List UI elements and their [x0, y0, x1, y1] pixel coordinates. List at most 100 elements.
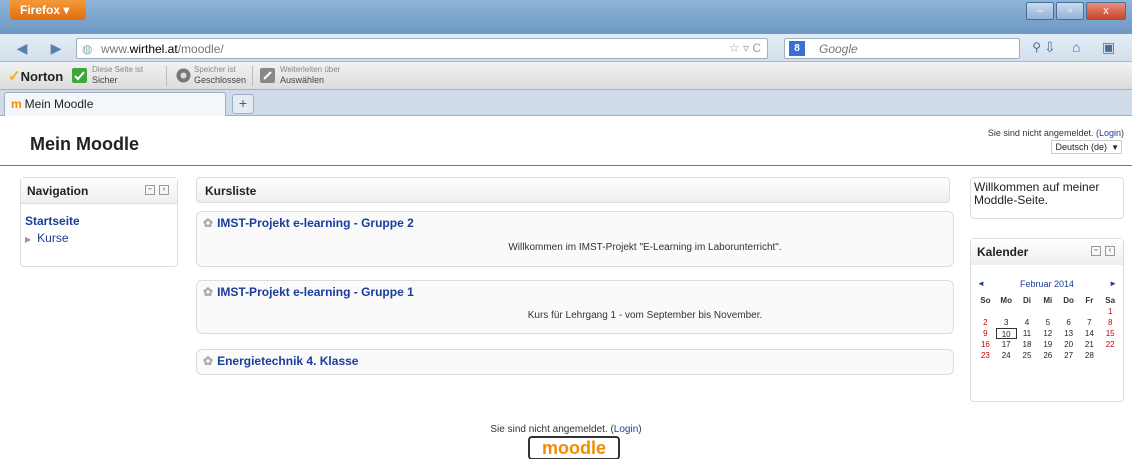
calendar-day[interactable]: 14: [1079, 328, 1100, 339]
calendar-day[interactable]: 22: [1100, 339, 1121, 350]
menu-icon[interactable]: ▣: [1102, 39, 1115, 56]
norton-vault-status[interactable]: Speicher ist Geschlossen: [194, 65, 246, 85]
calendar-day: [1100, 350, 1121, 361]
norton-check-icon: ✓: [8, 68, 21, 85]
calendar-week-row: 9 10 11 12 13 14 15: [975, 328, 1121, 339]
collapse-icon[interactable]: –: [145, 185, 155, 195]
footer-login-link[interactable]: Login: [614, 424, 638, 435]
calendar-day[interactable]: 6: [1058, 317, 1079, 328]
tab-strip: m Mein Moodle +: [0, 90, 1132, 116]
window-titlebar: Firefox ▾ – ▫ x: [0, 0, 1132, 34]
calendar-month-nav: ◄ Februar 2014 ►: [971, 279, 1123, 289]
calendar-week-row: 1: [975, 306, 1121, 317]
close-button[interactable]: x: [1086, 2, 1126, 20]
course-card: ✿ Energietechnik 4. Klasse: [196, 349, 954, 375]
calendar-week-row: 23 24 25 26 27 28: [975, 350, 1121, 361]
forward-icon[interactable]: ▶: [46, 40, 66, 58]
calendar-day[interactable]: 7: [1079, 317, 1100, 328]
collapse-icon[interactable]: –: [1091, 246, 1101, 256]
course-icon: ✿: [203, 285, 214, 299]
next-month-icon[interactable]: ►: [1109, 279, 1117, 288]
calendar-day[interactable]: 27: [1058, 350, 1079, 361]
back-icon[interactable]: ◀: [12, 40, 32, 58]
calendar-day[interactable]: 3: [996, 317, 1017, 328]
calendar-day[interactable]: 18: [1017, 339, 1038, 350]
calendar-day: [1079, 306, 1100, 317]
firefox-menu-button[interactable]: Firefox ▾: [10, 0, 86, 20]
calendar-day[interactable]: 11: [1017, 328, 1038, 339]
dock-icon[interactable]: ‹: [1105, 246, 1115, 256]
calendar-day[interactable]: 24: [996, 350, 1017, 361]
calendar-day[interactable]: 16: [975, 339, 996, 350]
norton-logo[interactable]: ✓Norton: [8, 67, 63, 85]
login-link[interactable]: Login: [1099, 128, 1121, 138]
calendar-day[interactable]: 8: [1100, 317, 1121, 328]
calendar-day[interactable]: 12: [1037, 328, 1058, 339]
address-bar[interactable]: ◍ www.wirthel.at/moodle/ ☆ ▿ C: [76, 38, 768, 59]
calendar-day[interactable]: 25: [1017, 350, 1038, 361]
calendar-day[interactable]: 2: [975, 317, 996, 328]
course-title-link[interactable]: ✿ IMST-Projekt e-learning - Gruppe 1: [203, 285, 414, 299]
calendar-day[interactable]: 9: [975, 328, 996, 339]
home-icon[interactable]: ⌂: [1072, 39, 1080, 55]
login-info: Sie sind nicht angemeldet. (Login): [987, 128, 1124, 138]
calendar-day[interactable]: 19: [1037, 339, 1058, 350]
calendar-day[interactable]: 28: [1079, 350, 1100, 361]
search-engine-icon[interactable]: 8: [789, 41, 805, 56]
search-bar[interactable]: 8 Google ⚲: [784, 38, 1041, 59]
norton-redirect-status[interactable]: Weiterleiten über Auswählen: [280, 65, 340, 85]
calendar-day[interactable]: 4: [1017, 317, 1038, 328]
toolbar-divider: [252, 66, 253, 86]
nav-courses-item[interactable]: ▶ Kurse: [25, 231, 69, 245]
language-select[interactable]: Deutsch (de) ▼: [1051, 140, 1122, 154]
calendar-month-link[interactable]: Februar 2014: [1020, 279, 1074, 289]
dock-icon[interactable]: ‹: [159, 185, 169, 195]
course-title-link[interactable]: ✿ IMST-Projekt e-learning - Gruppe 2: [203, 216, 414, 230]
forward-link-icon: [260, 68, 275, 83]
calendar-day[interactable]: 26: [1037, 350, 1058, 361]
calendar-day[interactable]: 21: [1079, 339, 1100, 350]
maximize-button[interactable]: ▫: [1056, 2, 1084, 20]
course-description: Kurs für Lehrgang 1 - vom September bis …: [527, 310, 763, 321]
calendar-weekday-row: So Mo Di Mi Do Fr Sa: [975, 295, 1121, 306]
globe-icon: ◍: [82, 42, 93, 56]
calendar-day[interactable]: 20: [1058, 339, 1079, 350]
calendar-day: [996, 306, 1017, 317]
search-icon[interactable]: ⚲: [1032, 40, 1041, 54]
url-path: /moodle/: [177, 42, 224, 56]
calendar-day[interactable]: 13: [1058, 328, 1079, 339]
calendar-weekday: Sa: [1105, 296, 1116, 305]
tab-mein-moodle[interactable]: m Mein Moodle: [4, 92, 226, 116]
calendar-day[interactable]: 5: [1037, 317, 1058, 328]
page-title: Mein Moodle: [30, 134, 139, 154]
calendar-day[interactable]: 17: [996, 339, 1017, 350]
course-icon: ✿: [203, 354, 214, 368]
calendar-weekday: Di: [1022, 296, 1031, 305]
course-card: ✿ IMST-Projekt e-learning - Gruppe 2 Will…: [196, 211, 954, 267]
toolbar-divider: [166, 66, 167, 86]
calendar-day[interactable]: 15: [1100, 328, 1121, 339]
norton-site-status[interactable]: Diese Seite ist Sicher: [92, 65, 143, 85]
nav-home-link[interactable]: Startseite: [25, 214, 80, 228]
download-icon[interactable]: ⇩: [1044, 39, 1056, 56]
calendar-block-header: Kalender – ‹: [971, 239, 1123, 265]
calendar-weekday: Fr: [1085, 296, 1094, 305]
calendar-day: [1017, 306, 1038, 317]
safe-check-icon: [72, 68, 87, 83]
calendar-day[interactable]: 1: [1100, 306, 1121, 317]
calendar-day-today[interactable]: 10: [995, 328, 1017, 339]
course-title-link[interactable]: ✿ Energietechnik 4. Klasse: [203, 354, 358, 368]
bookmark-star-icon[interactable]: ☆ ▿ C: [729, 41, 761, 55]
page-content: Mein Moodle Sie sind nicht angemeldet. (…: [0, 116, 1132, 459]
calendar-week-row: 2345678: [975, 317, 1121, 328]
search-placeholder: Google: [819, 42, 858, 56]
minimize-button[interactable]: –: [1026, 2, 1054, 20]
new-tab-button[interactable]: +: [232, 94, 254, 114]
moodle-logo[interactable]: moodle: [528, 436, 620, 459]
calendar-weekday: Mo: [1000, 296, 1012, 305]
course-card: ✿ IMST-Projekt e-learning - Gruppe 1 Kurs…: [196, 280, 954, 334]
course-description: Willkommen im IMST-Projekt "E-Learning i…: [508, 242, 782, 253]
course-list-header: Kursliste: [196, 177, 950, 203]
calendar-day[interactable]: 23: [975, 350, 996, 361]
prev-month-icon[interactable]: ◄: [977, 279, 985, 288]
